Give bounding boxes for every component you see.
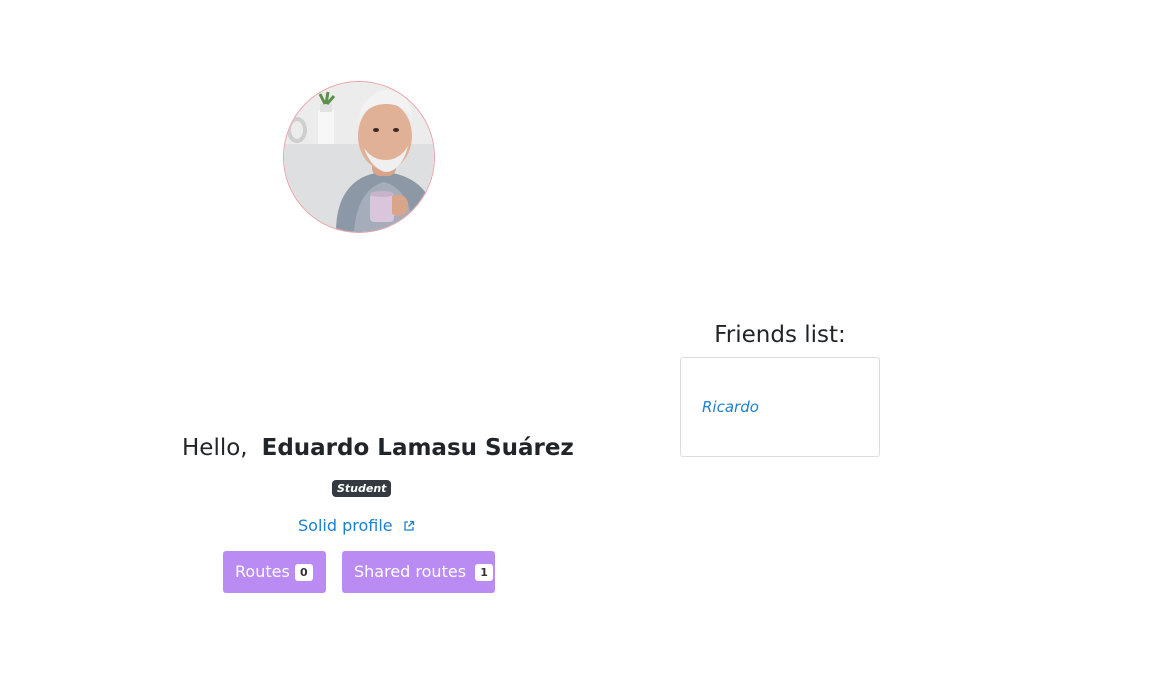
role-badge: Student <box>332 480 392 497</box>
profile-page: Hello, Eduardo Lamasu Suárez Student Soli… <box>0 0 1157 695</box>
greeting: Hello, Eduardo Lamasu Suárez <box>182 431 574 465</box>
avatar-photo <box>284 82 434 232</box>
shared-routes-label: Shared routes <box>354 562 467 581</box>
user-name: Eduardo Lamasu Suárez <box>261 435 574 461</box>
external-link-icon <box>403 515 415 539</box>
routes-button[interactable]: Routes 0 <box>223 551 326 593</box>
greeting-text: Hello, <box>182 435 248 461</box>
friend-link-ricardo[interactable]: Ricardo <box>702 398 759 416</box>
friends-list-title: Friends list: <box>714 322 846 348</box>
shared-routes-count-badge: 1 <box>475 564 494 581</box>
friends-list: Ricardo <box>680 357 880 457</box>
solid-profile-link[interactable]: Solid profile <box>298 514 415 538</box>
routes-label: Routes <box>235 562 290 581</box>
routes-count-badge: 0 <box>294 564 313 581</box>
solid-profile-label: Solid profile <box>298 516 393 535</box>
shared-routes-button[interactable]: Shared routes 1 <box>342 551 495 593</box>
avatar <box>284 82 434 232</box>
